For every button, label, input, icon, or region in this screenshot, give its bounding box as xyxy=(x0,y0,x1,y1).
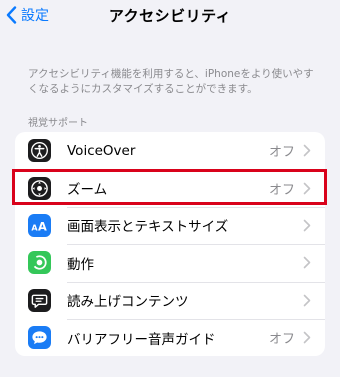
row-label: ズーム xyxy=(67,182,108,199)
list-row-audio-descriptions[interactable]: バリアフリー音声ガイド オフ xyxy=(15,318,325,356)
row-value: オフ xyxy=(268,145,295,161)
list-row-display-text-size[interactable]: A A 画面表示とテキストサイズ xyxy=(15,206,325,244)
row-label: バリアフリー音声ガイド xyxy=(67,331,216,348)
chevron-right-icon xyxy=(303,294,311,307)
voiceover-icon xyxy=(28,139,51,163)
svg-text:A: A xyxy=(38,220,47,234)
navigation-bar: 設定 アクセシビリティ xyxy=(0,0,340,30)
text-size-icon: A A xyxy=(28,213,51,237)
list-row-spoken-content[interactable]: 読み上げコンテンツ xyxy=(15,281,325,319)
list-row-zoom[interactable]: ズーム オフ xyxy=(15,169,325,206)
chevron-right-icon xyxy=(303,182,311,194)
row-label: VoiceOver xyxy=(67,142,136,159)
row-label: 画面表示とテキストサイズ xyxy=(67,219,229,236)
chevron-right-icon xyxy=(303,144,311,157)
spoken-content-icon xyxy=(28,288,51,312)
list-row-motion[interactable]: 動作 xyxy=(15,244,325,281)
row-value: オフ xyxy=(268,332,295,348)
motion-icon xyxy=(28,251,51,275)
section-header-vision: 視覚サポート xyxy=(28,118,88,129)
row-value: オフ xyxy=(268,182,295,198)
page-title: アクセシビリティ xyxy=(108,7,232,25)
chevron-right-icon xyxy=(303,257,311,269)
chevron-right-icon xyxy=(303,219,311,232)
section-description: アクセシビリティ機能を利用すると、iPhoneをより使いやすくなるようにカスタマ… xyxy=(28,68,314,95)
chevron-right-icon xyxy=(303,331,311,344)
row-label: 読み上げコンテンツ xyxy=(67,294,189,311)
row-label: 動作 xyxy=(67,256,94,273)
zoom-icon xyxy=(28,176,51,200)
vision-settings-list: VoiceOver オフ ズーム オフ A A 画面表示とテキストサイズ 動作 … xyxy=(15,132,325,356)
audio-descriptions-icon xyxy=(28,326,51,350)
list-row-voiceover[interactable]: VoiceOver オフ xyxy=(15,132,325,169)
